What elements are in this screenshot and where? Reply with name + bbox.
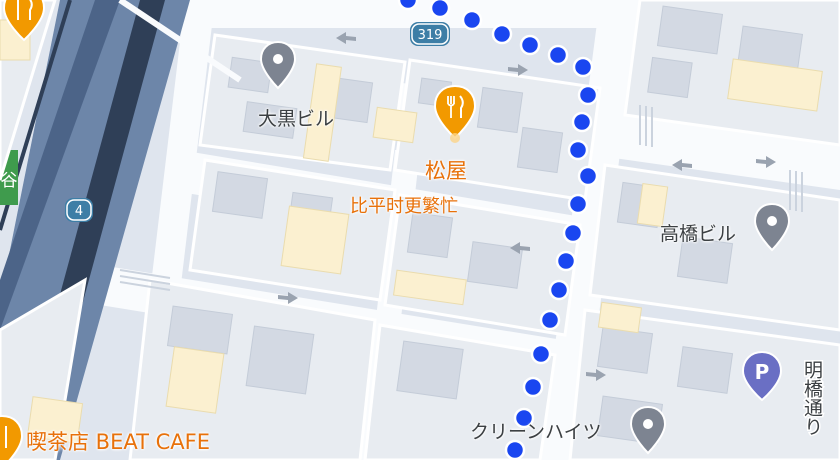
route-shield-319-label: 319 xyxy=(418,28,443,43)
route-dot xyxy=(530,343,552,365)
route-shield-4: 4 xyxy=(65,198,93,222)
route-dot xyxy=(491,23,513,45)
route-dot xyxy=(577,165,599,187)
route-dot xyxy=(519,34,541,56)
route-dot xyxy=(429,0,451,19)
route-dot xyxy=(571,111,593,133)
route-shield-4-label: 4 xyxy=(75,204,83,219)
route-dot xyxy=(555,250,577,272)
route-dot xyxy=(539,309,561,331)
route-dot xyxy=(577,84,599,106)
route-shield-319: 319 xyxy=(410,22,450,46)
poi-subtitle-busy: 比平时更繁忙 xyxy=(350,196,458,217)
poi-label-beat-cafe[interactable]: 喫茶店 BEAT CAFE xyxy=(26,432,210,453)
route-dot xyxy=(567,193,589,215)
poi-label-daikoku-building[interactable]: 大黒ビル xyxy=(258,110,334,129)
poi-label-clean-heights[interactable]: クリーンハイツ xyxy=(470,423,602,442)
route-dot xyxy=(547,44,569,66)
poi-label-matsuya[interactable]: 松屋 xyxy=(425,161,467,182)
route-dot xyxy=(504,439,526,460)
route-dot xyxy=(522,376,544,398)
street-label: 明橋通り xyxy=(801,360,823,436)
route-dot xyxy=(567,139,589,161)
poi-label-takahashi-building[interactable]: 高橋ビル xyxy=(660,225,736,244)
parking-icon-label: P xyxy=(755,360,770,384)
route-dot xyxy=(562,222,584,244)
route-dot xyxy=(461,9,483,31)
route-dot xyxy=(572,56,594,78)
station-label: 谷 xyxy=(1,171,18,191)
route-dot xyxy=(548,279,570,301)
route-dot xyxy=(397,0,419,11)
